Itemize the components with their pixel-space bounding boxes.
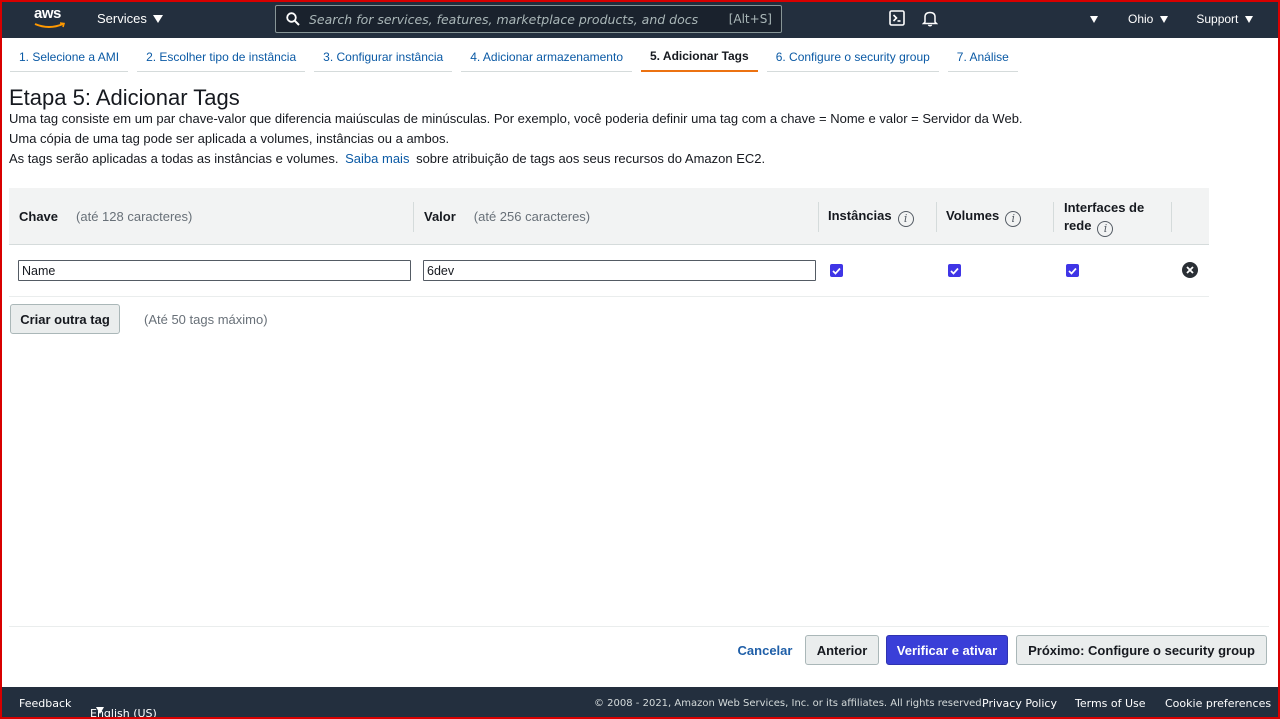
aws-logo[interactable]: aws xyxy=(34,6,68,32)
wizard-steps: 1. Selecione a AMI 2. Escolher tipo de i… xyxy=(10,42,1027,72)
step-tab-add-storage[interactable]: 4. Adicionar armazenamento xyxy=(461,42,632,72)
column-label: Instâncias xyxy=(828,208,892,223)
close-icon xyxy=(1186,266,1194,274)
tags-table-header: Chave (até 128 caracteres) Valor (até 256 … xyxy=(9,188,1209,245)
description-line-2: Uma cópia de uma tag pode ser aplicada a… xyxy=(9,131,450,146)
tag-limit-text: (Até 50 tags máximo) xyxy=(144,312,268,327)
table-row xyxy=(9,245,1209,297)
aws-smile-icon xyxy=(34,22,66,28)
region-label: Ohio xyxy=(1128,12,1154,26)
column-header-value: Valor (até 256 caracteres) xyxy=(424,209,590,224)
bell-icon[interactable] xyxy=(922,10,938,27)
chevron-down-icon xyxy=(152,14,163,23)
description-line-1: Uma tag consiste em um par chave-valor q… xyxy=(9,111,1023,126)
services-label: Services xyxy=(97,11,147,26)
column-label: Volumes xyxy=(946,208,1000,223)
region-selector[interactable]: Ohio xyxy=(1128,12,1169,26)
column-label: rede xyxy=(1064,218,1092,233)
top-navigation: aws Services [Alt+S] Ohio Supp xyxy=(0,0,1280,38)
account-caret-icon[interactable] xyxy=(1090,15,1098,23)
column-header-key: Chave (até 128 caracteres) xyxy=(19,209,192,224)
support-menu[interactable]: Support xyxy=(1196,12,1254,26)
column-divider xyxy=(413,202,414,232)
column-divider xyxy=(1053,202,1054,232)
step-tab-configure-instance[interactable]: 3. Configurar instância xyxy=(314,42,453,72)
copyright-text: © 2008 - 2021, Amazon Web Services, Inc.… xyxy=(594,698,985,709)
global-search: [Alt+S] xyxy=(275,5,782,33)
chevron-down-icon xyxy=(96,707,104,714)
search-input[interactable] xyxy=(309,10,719,28)
step-tab-review[interactable]: 7. Análise xyxy=(947,42,1018,72)
aws-logo-text: aws xyxy=(34,5,61,22)
nav-right-group: Ohio Support xyxy=(1090,12,1254,26)
step-tab-select-ami[interactable]: 1. Selecione a AMI xyxy=(10,42,129,72)
tag-value-input[interactable] xyxy=(423,260,816,281)
cancel-button[interactable]: Cancelar xyxy=(733,635,797,665)
step-label: 1. Selecione a AMI xyxy=(19,49,120,64)
services-menu-button[interactable]: Services xyxy=(97,11,163,26)
column-divider xyxy=(1171,202,1172,232)
chevron-down-icon xyxy=(1245,15,1254,23)
step-label: 2. Escolher tipo de instância xyxy=(146,49,297,64)
step-tab-instance-type[interactable]: 2. Escolher tipo de instância xyxy=(137,42,306,72)
step-label: 5. Adicionar Tags xyxy=(650,49,749,63)
footer-divider xyxy=(9,626,1269,627)
search-icon xyxy=(286,12,300,26)
column-hint: (até 128 caracteres) xyxy=(76,209,193,224)
column-label: Interfaces de xyxy=(1064,200,1145,215)
remove-tag-button[interactable] xyxy=(1182,262,1198,278)
privacy-policy-link[interactable]: Privacy Policy xyxy=(982,697,1057,710)
search-shortcut: [Alt+S] xyxy=(728,12,772,26)
step-tab-add-tags[interactable]: 5. Adicionar Tags xyxy=(641,42,758,72)
info-icon[interactable]: i xyxy=(1097,221,1114,237)
description-text: sobre atribuição de tags aos seus recurs… xyxy=(416,151,766,166)
column-divider xyxy=(818,202,819,232)
add-tag-button[interactable]: Criar outra tag xyxy=(10,304,120,334)
description-text: As tags serão aplicadas a todas as instâ… xyxy=(9,151,339,166)
check-icon xyxy=(950,267,959,275)
column-hint: (até 256 caracteres) xyxy=(473,209,591,224)
step-label: 7. Análise xyxy=(956,49,1009,64)
page-title: Etapa 5: Adicionar Tags xyxy=(9,85,240,110)
column-header-volumes: Volumes i xyxy=(946,208,1022,227)
info-icon[interactable]: i xyxy=(897,211,914,227)
info-icon[interactable]: i xyxy=(1005,211,1022,227)
chevron-down-icon xyxy=(1160,15,1169,23)
review-and-launch-button[interactable]: Verificar e ativar xyxy=(886,635,1008,665)
volumes-checkbox[interactable] xyxy=(948,264,961,277)
previous-button[interactable]: Anterior xyxy=(805,635,879,665)
step-tab-security-group[interactable]: 6. Configure o security group xyxy=(766,42,939,72)
step-label: 6. Configure o security group xyxy=(775,49,930,64)
instances-checkbox[interactable] xyxy=(830,264,843,277)
network-interfaces-checkbox[interactable] xyxy=(1066,264,1079,277)
learn-more-link[interactable]: Saiba mais xyxy=(345,151,409,166)
support-label: Support xyxy=(1196,12,1239,26)
step-label: 3. Configurar instância xyxy=(323,49,444,64)
cookie-preferences-link[interactable]: Cookie preferences xyxy=(1165,697,1271,710)
column-header-network-interfaces: Interfaces de rede i xyxy=(1064,199,1144,237)
check-icon xyxy=(832,267,841,275)
column-header-instances: Instâncias i xyxy=(828,208,914,227)
description-line-3: As tags serão aplicadas a todas as instâ… xyxy=(9,151,765,166)
cloudshell-icon[interactable] xyxy=(889,10,905,26)
terms-of-use-link[interactable]: Terms of Use xyxy=(1075,697,1146,710)
next-security-group-button[interactable]: Próximo: Configure o security group xyxy=(1016,635,1267,665)
step-label: 4. Adicionar armazenamento xyxy=(470,49,623,64)
feedback-link[interactable]: Feedback xyxy=(19,697,71,710)
tag-key-input[interactable] xyxy=(18,260,411,281)
console-footer: Feedback English (US) © 2008 - 2021, Ama… xyxy=(0,687,1280,719)
column-divider xyxy=(936,202,937,232)
check-icon xyxy=(1068,267,1077,275)
column-label: Valor xyxy=(424,209,456,224)
column-label: Chave xyxy=(19,209,59,224)
